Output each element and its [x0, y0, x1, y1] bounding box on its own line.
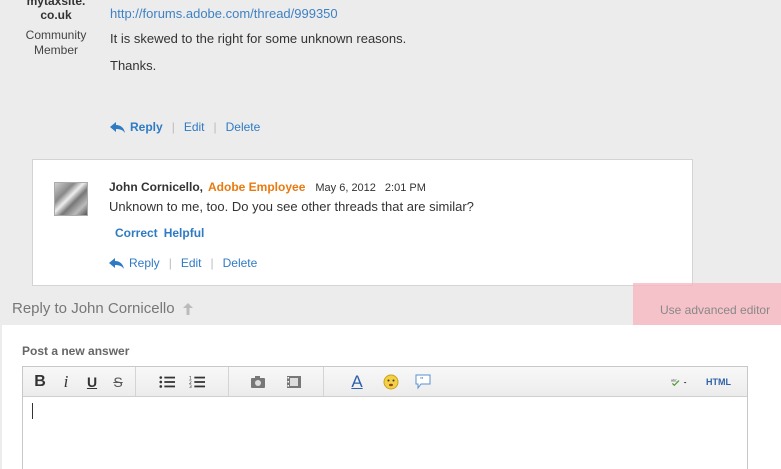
- post-body: http://forums.adobe.com/thread/999350 It…: [110, 6, 406, 85]
- post-reply-button[interactable]: Reply: [110, 120, 163, 134]
- thread-link[interactable]: http://forums.adobe.com/thread/999350: [110, 6, 406, 21]
- emoticon-icon[interactable]: [382, 373, 400, 391]
- separator: |: [210, 256, 214, 270]
- svg-text:": ": [420, 376, 423, 384]
- toolbar-right: abc HTML: [662, 367, 731, 396]
- separator: |: [171, 120, 175, 134]
- post-actions: Reply | Edit | Delete: [110, 120, 260, 134]
- post-reply-label: Reply: [130, 120, 163, 134]
- reply-header: John Cornicello, Adobe Employee May 6, 2…: [109, 180, 426, 194]
- reply-tags: Correct Helpful: [115, 226, 204, 240]
- reply-delete-link[interactable]: Delete: [223, 256, 258, 270]
- reply-date: May 6, 2012: [315, 182, 376, 194]
- reply-reply-button[interactable]: Reply: [109, 256, 160, 270]
- reply-to-heading: Reply to John Cornicello: [12, 300, 193, 317]
- bold-button[interactable]: B: [31, 373, 49, 391]
- employee-badge: Adobe Employee: [208, 180, 306, 194]
- numbered-list-icon[interactable]: 123: [188, 373, 206, 391]
- svg-text:3: 3: [189, 384, 192, 390]
- editor-toolbar: B i U S 123 A " abc HTML: [23, 367, 747, 397]
- insert-group: A ": [324, 367, 454, 396]
- correct-button[interactable]: Correct: [115, 226, 158, 240]
- post-edit-link[interactable]: Edit: [184, 120, 205, 134]
- reply-card: John Cornicello, Adobe Employee May 6, 2…: [32, 159, 693, 286]
- post-delete-link[interactable]: Delete: [226, 120, 261, 134]
- strikethrough-button[interactable]: S: [109, 373, 127, 391]
- up-arrow-icon[interactable]: [182, 302, 193, 315]
- author-role-line1: Community: [25, 28, 87, 42]
- separator: |: [213, 120, 217, 134]
- text-format-group: B i U S: [23, 367, 136, 396]
- media-group: [229, 367, 324, 396]
- spellcheck-label: abc: [671, 378, 677, 382]
- post-new-heading: Post a new answer: [22, 344, 130, 358]
- reply-time: 2:01 PM: [384, 182, 426, 194]
- reply-reply-label: Reply: [129, 256, 160, 270]
- reply-actions: Reply | Edit | Delete: [109, 256, 257, 270]
- author-name-line2[interactable]: co.uk: [18, 8, 94, 22]
- post-text-line2: Thanks.: [110, 58, 157, 73]
- video-icon[interactable]: [285, 373, 303, 391]
- author-role: Community Member: [18, 28, 94, 58]
- underline-button[interactable]: U: [83, 373, 101, 391]
- reply-text: Unknown to me, too. Do you see other thr…: [109, 199, 474, 214]
- list-group: 123: [136, 367, 229, 396]
- reply-arrow-icon: [110, 121, 125, 133]
- editor-panel: Post a new answer B i U S 123 A " abc HT…: [2, 325, 781, 469]
- avatar[interactable]: [54, 182, 88, 216]
- italic-button[interactable]: i: [57, 372, 75, 391]
- quote-icon[interactable]: ": [414, 373, 432, 391]
- post-text-line1: It is skewed to the right for some unkno…: [110, 31, 407, 46]
- spellcheck-button[interactable]: abc: [662, 373, 696, 391]
- reply-author[interactable]: John Cornicello,: [109, 180, 203, 194]
- text-cursor: [32, 403, 33, 419]
- bullet-list-icon[interactable]: [158, 373, 176, 391]
- author-role-line2: Member: [33, 43, 78, 57]
- reply-to-label: Reply to John Cornicello: [12, 300, 175, 317]
- image-icon[interactable]: [249, 373, 267, 391]
- html-button[interactable]: HTML: [706, 377, 731, 387]
- font-color-button[interactable]: A: [346, 372, 368, 391]
- rich-text-editor: B i U S 123 A " abc HTML: [22, 366, 748, 469]
- post-author: mytaxsite. co.uk Community Member: [18, 0, 94, 58]
- helpful-button[interactable]: Helpful: [164, 226, 205, 240]
- separator: |: [168, 256, 172, 270]
- reply-arrow-icon: [109, 257, 124, 269]
- reply-edit-link[interactable]: Edit: [181, 256, 202, 270]
- author-name-line1[interactable]: mytaxsite.: [18, 0, 94, 8]
